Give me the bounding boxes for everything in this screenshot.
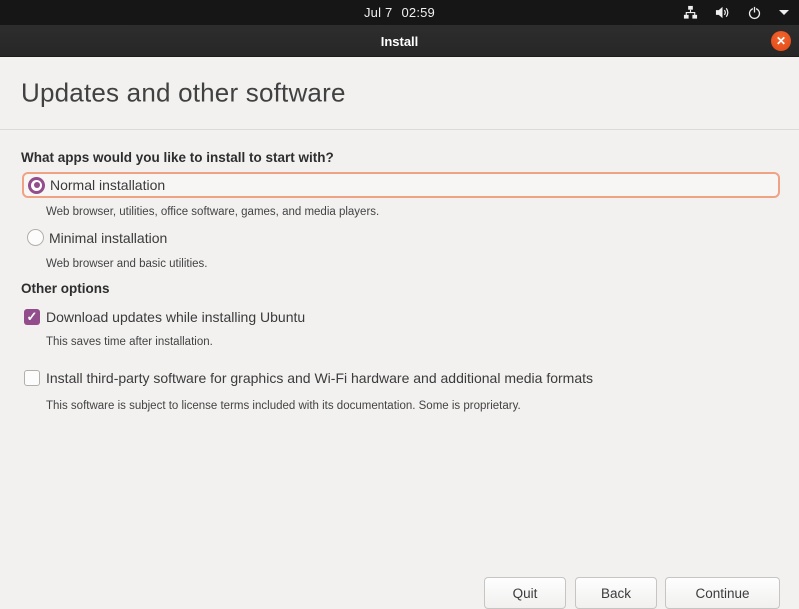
panel-clock[interactable]: Jul 7 02:59 xyxy=(0,0,799,25)
radio-minimal-installation-label: Minimal installation xyxy=(49,230,167,246)
other-options-label: Other options xyxy=(21,281,110,296)
system-indicators[interactable] xyxy=(683,0,789,25)
panel-time: 02:59 xyxy=(401,5,435,20)
download-updates-description: This saves time after installation. xyxy=(46,336,213,348)
chevron-down-icon xyxy=(779,10,789,15)
checkbox-third-party-label: Install third-party software for graphic… xyxy=(46,370,593,386)
quit-button[interactable]: Quit xyxy=(484,577,566,609)
page-header: Updates and other software xyxy=(0,57,799,130)
checkbox-third-party[interactable] xyxy=(24,370,40,386)
checkbox-download-updates[interactable] xyxy=(24,309,40,325)
radio-row-normal-installation[interactable]: Normal installation xyxy=(22,172,780,198)
normal-installation-description: Web browser, utilities, office software,… xyxy=(46,206,379,218)
radio-minimal-installation[interactable] xyxy=(27,229,44,246)
checkbox-download-updates-label: Download updates while installing Ubuntu xyxy=(46,309,305,325)
install-question-label: What apps would you like to install to s… xyxy=(21,150,334,165)
system-panel: Jul 7 02:59 xyxy=(0,0,799,25)
third-party-description: This software is subject to license term… xyxy=(46,400,521,412)
page-title: Updates and other software xyxy=(21,78,346,109)
power-icon xyxy=(747,5,762,20)
minimal-installation-description: Web browser and basic utilities. xyxy=(46,258,208,270)
radio-row-minimal-installation[interactable]: Minimal installation xyxy=(27,229,167,246)
back-button[interactable]: Back xyxy=(575,577,657,609)
continue-button[interactable]: Continue xyxy=(665,577,780,609)
checkbox-row-third-party[interactable]: Install third-party software for graphic… xyxy=(24,370,593,386)
volume-icon xyxy=(715,5,730,20)
network-icon xyxy=(683,5,698,20)
radio-normal-installation[interactable] xyxy=(28,177,45,194)
close-icon: ✕ xyxy=(776,35,786,47)
close-button[interactable]: ✕ xyxy=(771,31,791,51)
window-title: Install xyxy=(0,25,799,57)
radio-normal-installation-label: Normal installation xyxy=(50,177,165,193)
checkbox-row-download-updates[interactable]: Download updates while installing Ubuntu xyxy=(24,309,305,325)
panel-date: Jul 7 xyxy=(364,5,392,20)
window-titlebar: Install ✕ xyxy=(0,25,799,57)
